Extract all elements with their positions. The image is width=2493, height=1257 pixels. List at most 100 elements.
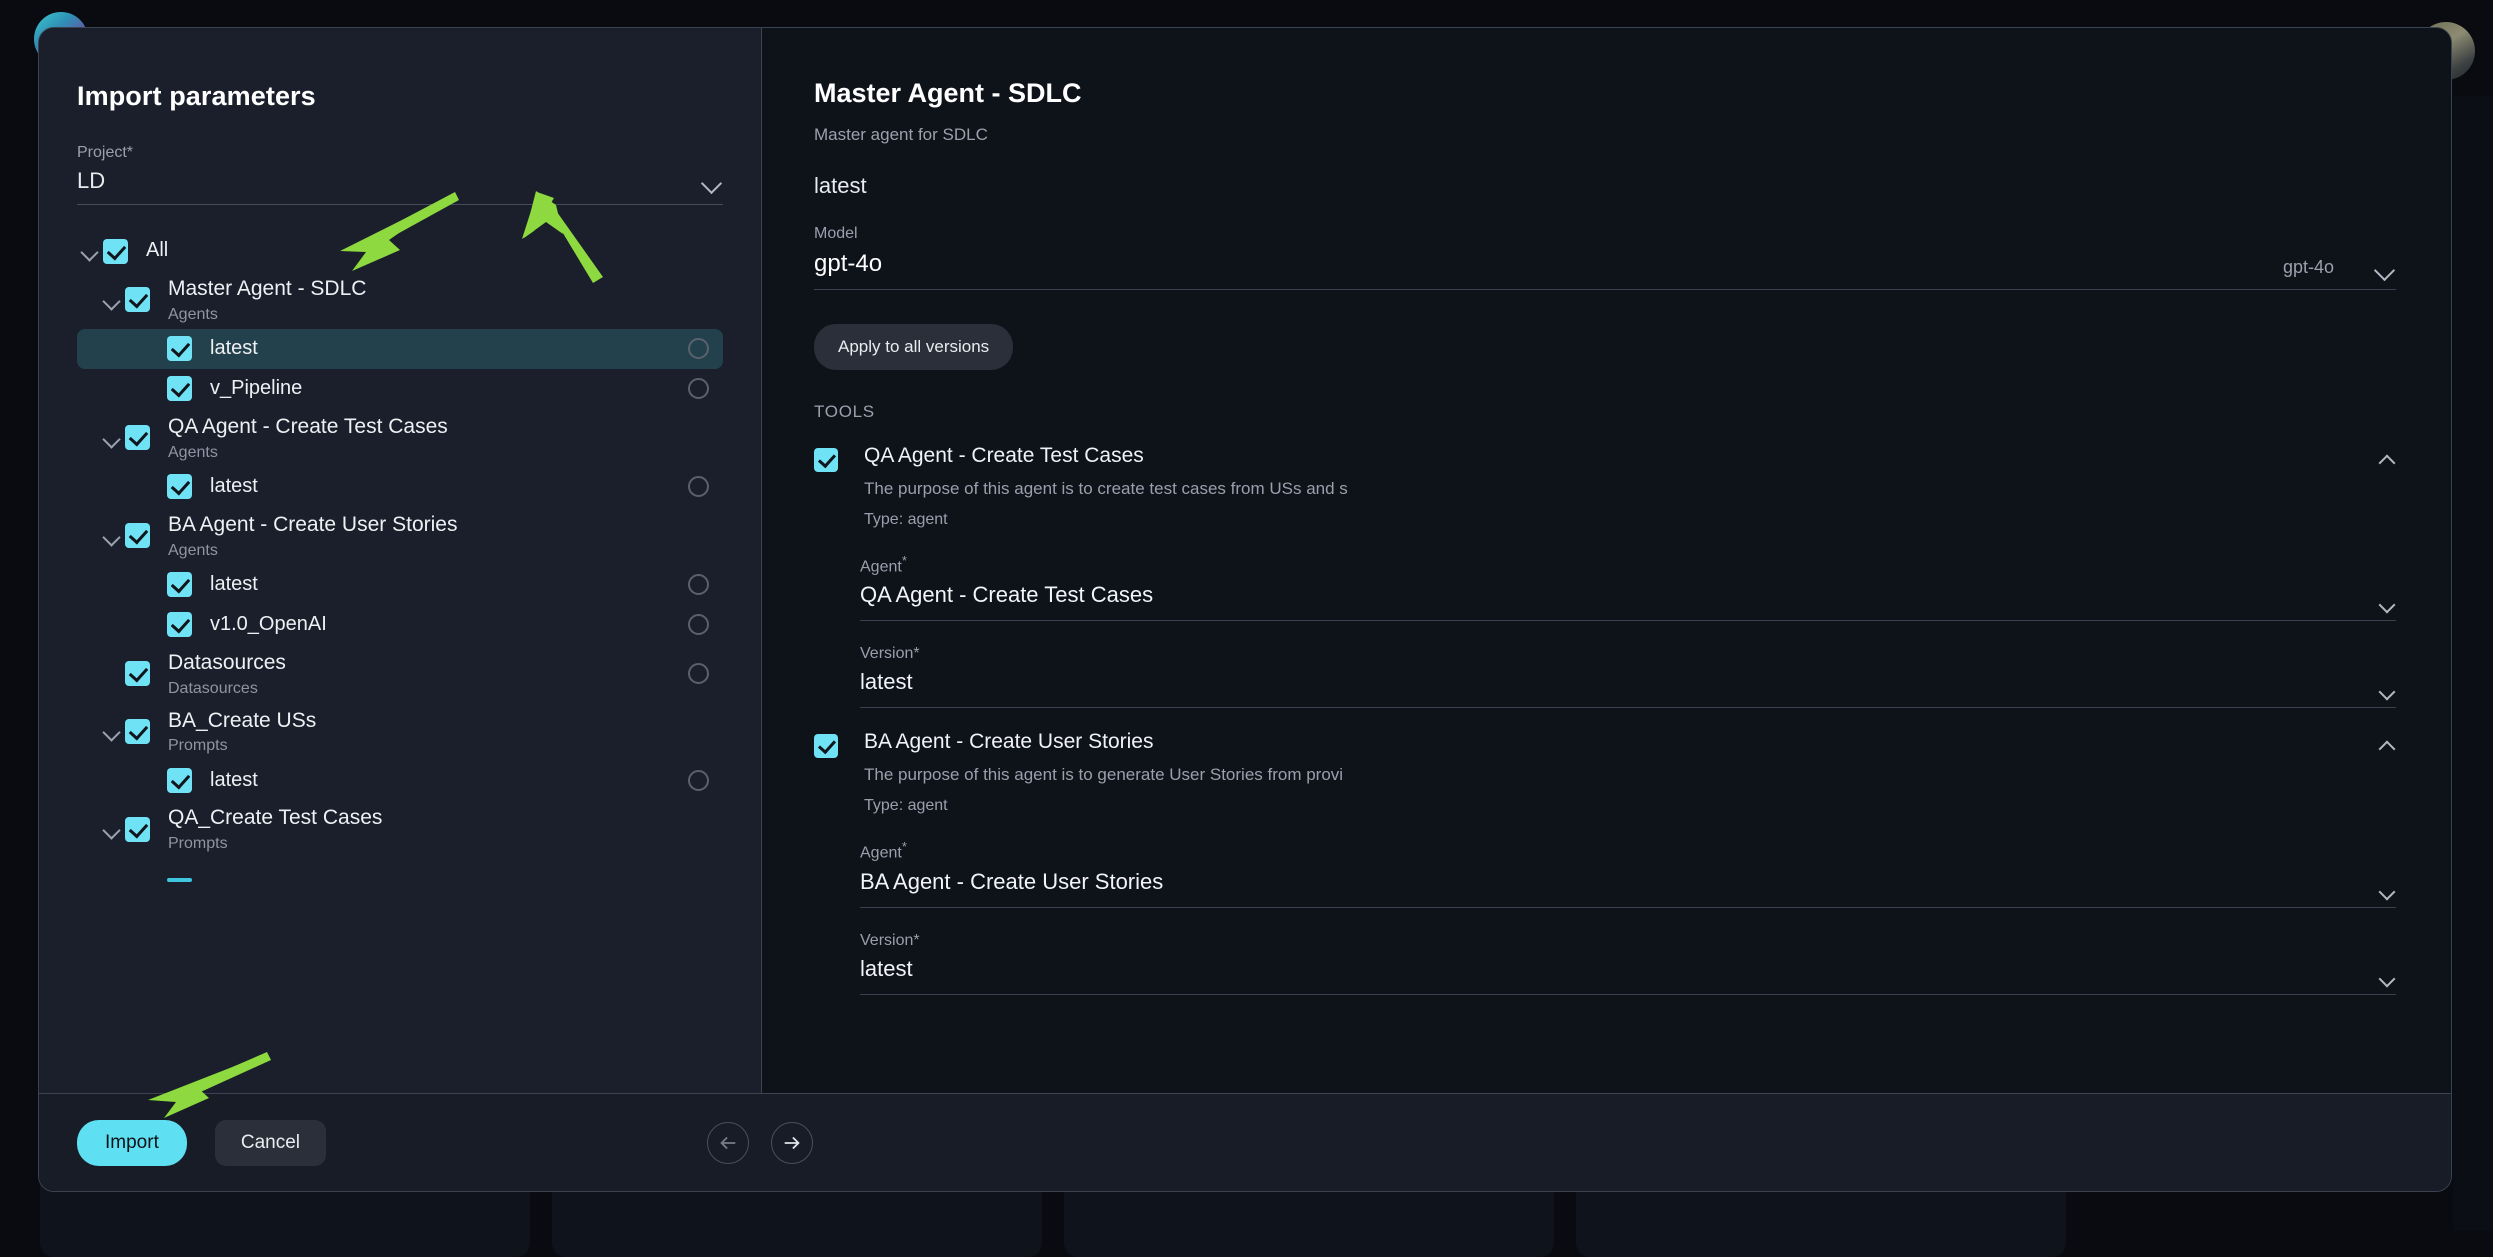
tree-checkbox[interactable] — [167, 336, 192, 362]
tool-version-field[interactable]: Version* latest — [860, 645, 2396, 709]
tree-row-label: v_Pipeline — [210, 377, 303, 400]
tree-checkbox[interactable] — [125, 661, 150, 687]
chevron-up-icon[interactable] — [2378, 738, 2396, 748]
tool-item: BA Agent - Create User Stories The purpos… — [814, 730, 2396, 995]
tree-row-radio[interactable] — [688, 574, 709, 596]
tree-row[interactable]: BA Agent - Create User Stories Agents — [77, 507, 723, 565]
tree-checkbox[interactable] — [167, 474, 192, 500]
tree-row-label: latest — [210, 572, 258, 595]
model-field-label: Model — [814, 225, 858, 242]
tool-version-label: Version* — [860, 931, 920, 949]
chevron-down-icon[interactable] — [99, 816, 125, 842]
tree-row-radio[interactable] — [688, 614, 709, 636]
tree-row[interactable]: latest — [77, 565, 723, 605]
tree-checkbox[interactable] — [167, 376, 192, 402]
tree-row-radio[interactable] — [688, 378, 709, 400]
chevron-down-icon[interactable] — [2378, 885, 2396, 895]
tree-row-radio[interactable] — [688, 338, 709, 360]
import-button[interactable]: Import — [77, 1119, 187, 1166]
tree-checkbox[interactable] — [125, 425, 150, 451]
chevron-down-icon[interactable] — [2374, 262, 2396, 274]
tool-checkbox[interactable] — [814, 448, 838, 472]
tree-checkbox[interactable] — [125, 816, 150, 842]
tree-row[interactable]: QA_Create Test Cases Prompts — [77, 800, 723, 858]
chevron-down-icon[interactable] — [99, 425, 125, 451]
tree-row-partial[interactable] — [77, 860, 723, 900]
chevron-down-icon[interactable] — [99, 718, 125, 744]
cancel-button[interactable]: Cancel — [214, 1119, 327, 1166]
apply-to-all-versions-button[interactable]: Apply to all versions — [814, 324, 1014, 370]
tree-checkbox[interactable] — [167, 572, 192, 598]
model-selected-hint: gpt-4o — [2282, 257, 2334, 277]
previous-page-button[interactable] — [707, 1121, 749, 1164]
model-field[interactable]: Model gpt-4o gpt-4o — [814, 225, 2396, 290]
tree-row-radio[interactable] — [688, 476, 709, 498]
tree-row-label: All — [146, 239, 169, 262]
tree-checkbox[interactable] — [125, 523, 150, 549]
tree-row-label: Datasources — [168, 650, 286, 674]
tree-checkbox[interactable] — [125, 718, 150, 744]
project-field-label: Project* — [77, 144, 134, 161]
chevron-down-icon[interactable] — [2378, 972, 2396, 982]
import-right-panel: Master Agent - SDLC Master agent for SDL… — [762, 28, 2451, 1093]
background-right-rail — [2453, 96, 2493, 1231]
tool-checkbox[interactable] — [814, 734, 838, 759]
chevron-up-icon[interactable] — [2378, 452, 2396, 462]
dialog-title: Import parameters — [77, 81, 316, 111]
tree-row[interactable]: latest — [77, 328, 723, 369]
tree-row[interactable]: latest — [77, 467, 723, 507]
tool-agent-value: QA Agent - Create Test Cases — [860, 582, 1154, 608]
tree-row-label: latest — [210, 768, 258, 791]
next-page-button[interactable] — [771, 1121, 813, 1164]
model-field-value: gpt-4o — [814, 250, 883, 277]
tree-checkbox[interactable] — [167, 878, 192, 883]
tree-row-label: latest — [210, 474, 258, 497]
tree-row[interactable]: latest — [77, 760, 723, 800]
chevron-down-icon[interactable] — [2378, 685, 2396, 695]
tree-row-category: Agents — [168, 305, 218, 323]
tree-row[interactable]: Master Agent - SDLC Agents — [77, 271, 723, 329]
tree-checkbox[interactable] — [167, 612, 192, 638]
tool-version-field[interactable]: Version* latest — [860, 932, 2396, 995]
tool-description: The purpose of this agent is to create t… — [864, 479, 1348, 498]
tree-row-label: BA Agent - Create User Stories — [168, 512, 458, 536]
dialog-footer: Import Cancel — [39, 1093, 2451, 1191]
tree-row[interactable]: v_Pipeline — [77, 369, 723, 409]
project-field-value: LD — [77, 168, 106, 193]
tree-row-category: Prompts — [168, 737, 228, 755]
import-parameters-dialog: Import parameters Project* LD All Master … — [38, 27, 2452, 1192]
tree-checkbox[interactable] — [103, 238, 128, 264]
tool-version-value: latest — [860, 669, 913, 695]
tool-version-label: Version* — [860, 645, 920, 663]
import-left-panel: Import parameters Project* LD All Master … — [39, 28, 762, 1093]
tree-checkbox[interactable] — [125, 287, 150, 313]
tree-row[interactable]: v1.0_OpenAI — [77, 605, 723, 645]
chevron-down-icon[interactable] — [99, 287, 125, 313]
tool-agent-label: Agent — [860, 844, 902, 862]
tree-row[interactable]: BA_Create USs Prompts — [77, 703, 723, 761]
tree-row-label: QA Agent - Create Test Cases — [168, 414, 448, 438]
tree-row-category: Datasources — [168, 679, 258, 697]
tree-row-radio[interactable] — [688, 769, 709, 791]
tree-row[interactable]: All — [77, 231, 723, 271]
tools-section-heading: TOOLS — [814, 402, 875, 421]
chevron-down-icon[interactable] — [2378, 598, 2396, 608]
chevron-down-icon[interactable] — [701, 175, 723, 187]
tree-row-category: Agents — [168, 541, 218, 559]
tree-row-radio[interactable] — [688, 663, 709, 685]
project-field[interactable]: Project* LD — [39, 112, 761, 205]
chevron-down-icon[interactable] — [99, 523, 125, 549]
tree-row[interactable]: Datasources Datasources — [77, 645, 723, 703]
tool-agent-field[interactable]: Agent* QA Agent - Create Test Cases — [860, 553, 2396, 622]
import-tree-list[interactable]: All Master Agent - SDLC Agents latest v_Pipe… — [39, 205, 761, 1093]
tree-checkbox[interactable] — [167, 767, 192, 793]
tool-agent-field[interactable]: Agent* BA Agent - Create User Stories — [860, 839, 2396, 908]
chevron-down-icon[interactable] — [77, 238, 103, 264]
tool-agent-value: BA Agent - Create User Stories — [860, 868, 1164, 894]
tree-row[interactable]: QA Agent - Create Test Cases Agents — [77, 409, 723, 467]
